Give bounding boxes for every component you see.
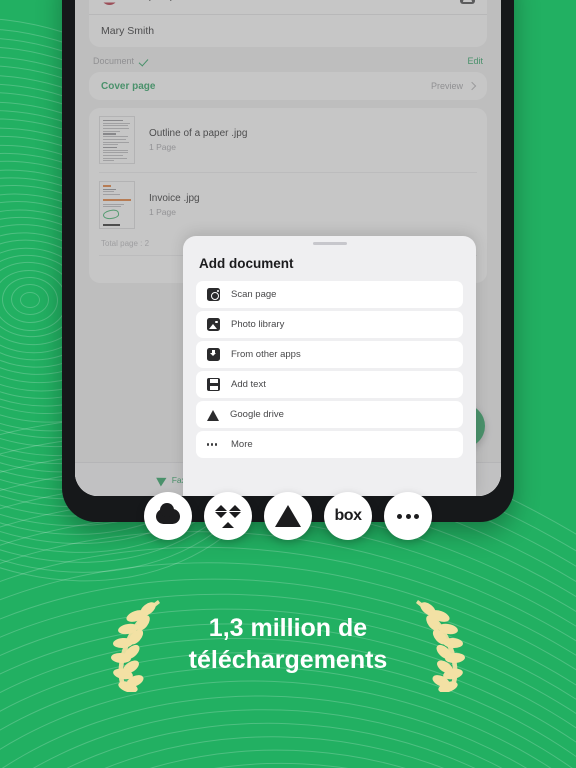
add-text-icon — [207, 378, 220, 391]
ellipsis-icon — [207, 438, 220, 451]
laurel-branch-left-icon — [110, 600, 160, 692]
device-screen: +1 (021) 234–2344 Mary Smith Document Ed… — [75, 0, 501, 496]
sheet-option-label: From other apps — [231, 349, 301, 360]
sheet-option-scan-page[interactable]: Scan page — [196, 281, 463, 308]
award-line-1: 1,3 million de — [208, 613, 368, 642]
sheet-option-add-text[interactable]: Add text — [196, 371, 463, 398]
cloud-badge-google-drive[interactable] — [264, 492, 312, 540]
cloud-service-badges: box — [0, 492, 576, 540]
cloud-badge-more[interactable] — [384, 492, 432, 540]
sheet-title: Add document — [199, 256, 294, 271]
sheet-option-photo-library[interactable]: Photo library — [196, 311, 463, 338]
camera-icon — [207, 288, 220, 301]
laurel-branch-right-icon — [416, 600, 466, 692]
box-icon: box — [334, 507, 362, 524]
award-banner: 1,3 million de téléchargements — [0, 596, 576, 692]
cloud-badge-box[interactable]: box — [324, 492, 372, 540]
photo-icon — [207, 318, 220, 331]
ellipsis-icon — [397, 513, 419, 519]
award-text: 1,3 million de téléchargements — [189, 612, 388, 677]
import-icon — [207, 348, 220, 361]
google-drive-icon — [275, 505, 301, 527]
sheet-option-label: Scan page — [231, 289, 277, 300]
sheet-option-label: Google drive — [230, 409, 284, 420]
sheet-option-from-other-apps[interactable]: From other apps — [196, 341, 463, 368]
sheet-option-label: Photo library — [231, 319, 285, 330]
sheet-option-more[interactable]: More — [196, 431, 463, 458]
cloud-badge-icloud[interactable] — [144, 492, 192, 540]
award-line-2: téléchargements — [188, 646, 388, 674]
sheet-option-label: Add text — [231, 379, 266, 390]
add-document-sheet: Add document Scan page Photo library Fro… — [183, 236, 476, 496]
sheet-option-google-drive[interactable]: Google drive — [196, 401, 463, 428]
dropbox-icon — [215, 504, 241, 528]
icloud-icon — [156, 502, 180, 524]
tablet-device-frame: +1 (021) 234–2344 Mary Smith Document Ed… — [62, 0, 514, 522]
cloud-badge-dropbox[interactable] — [204, 492, 252, 540]
sheet-option-label: More — [231, 439, 253, 450]
google-drive-icon — [207, 409, 219, 421]
